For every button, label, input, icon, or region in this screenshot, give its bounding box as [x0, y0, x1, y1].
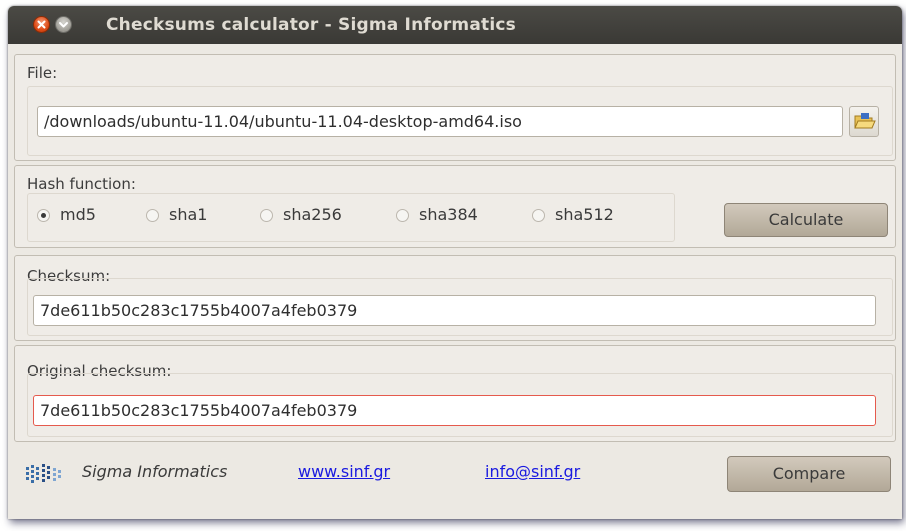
email-link[interactable]: info@sinf.gr — [485, 462, 580, 481]
checksum-group: Checksum: 7de611b50c283c1755b4007a4feb03… — [14, 255, 896, 341]
radio-sha256-indicator[interactable] — [260, 209, 273, 222]
close-icon[interactable] — [33, 16, 50, 33]
file-path-input[interactable]: /downloads/ubuntu-11.04/ubuntu-11.04-des… — [37, 106, 843, 137]
sigma-logo-icon — [24, 462, 66, 486]
window-title: Checksums calculator - Sigma Informatics — [106, 15, 516, 35]
compare-button[interactable]: Compare — [727, 456, 891, 492]
radio-sha512-indicator[interactable] — [532, 209, 545, 222]
window-body: File: /downloads/ubuntu-11.04/ubuntu-11.… — [8, 44, 902, 519]
checksum-output-field[interactable]: 7de611b50c283c1755b4007a4feb0379 — [33, 295, 876, 326]
original-checksum-input[interactable]: 7de611b50c283c1755b4007a4feb0379 — [33, 395, 876, 426]
title-bar: Checksums calculator - Sigma Informatics — [8, 6, 902, 44]
hash-group: Hash function: md5 sha1 sha256 sha384 sh… — [14, 165, 896, 248]
file-label: File: — [27, 64, 58, 82]
original-checksum-group: Original checksum: 7de611b50c283c1755b40… — [14, 345, 896, 442]
open-folder-icon[interactable] — [849, 106, 879, 137]
radio-md5-indicator[interactable] — [37, 209, 50, 222]
file-group: File: /downloads/ubuntu-11.04/ubuntu-11.… — [14, 54, 896, 161]
website-link[interactable]: www.sinf.gr — [298, 462, 390, 481]
radio-sha1-label: sha1 — [169, 205, 208, 224]
company-name: Sigma Informatics — [82, 462, 228, 481]
radio-sha1-indicator[interactable] — [146, 209, 159, 222]
radio-sha384-indicator[interactable] — [396, 209, 409, 222]
hash-radio-group: md5 sha1 sha256 sha384 sha512 — [37, 205, 667, 227]
radio-sha384-label: sha384 — [419, 205, 478, 224]
radio-sha256-label: sha256 — [283, 205, 342, 224]
radio-sha512-label: sha512 — [555, 205, 614, 224]
app-window: Checksums calculator - Sigma Informatics… — [8, 6, 902, 519]
radio-md5-label: md5 — [60, 205, 96, 224]
minimize-icon[interactable] — [55, 16, 72, 33]
hash-label: Hash function: — [27, 175, 136, 193]
calculate-button[interactable]: Calculate — [724, 203, 888, 237]
